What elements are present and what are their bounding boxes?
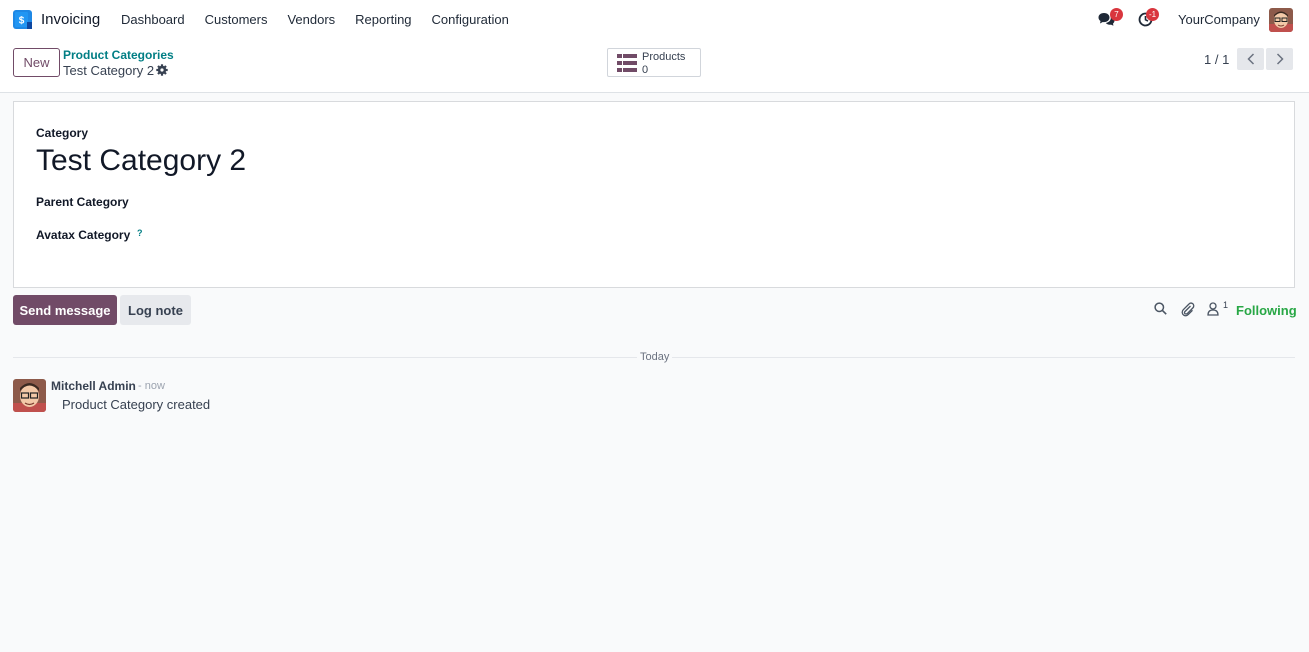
menu-customers[interactable]: Customers	[205, 12, 268, 27]
chevron-right-icon	[1276, 53, 1284, 65]
smart-button-label: Products	[642, 51, 686, 63]
message-body: Product Category created	[62, 397, 211, 412]
follower-count: 1	[1223, 300, 1229, 310]
category-name-label: Category	[36, 126, 89, 140]
log-note-button[interactable]: Log note	[120, 295, 191, 325]
message-author-avatar[interactable]	[13, 379, 46, 412]
search-icon[interactable]	[1154, 302, 1167, 315]
pager-previous-button[interactable]	[1237, 48, 1264, 70]
gear-icon[interactable]	[156, 64, 168, 76]
message-author[interactable]: Mitchell Admin	[51, 379, 136, 393]
menu-vendors[interactable]: Vendors	[287, 12, 335, 27]
breadcrumb-current-record: Test Category 2	[63, 63, 155, 78]
activities-badge: -1	[1146, 8, 1160, 21]
user-avatar[interactable]	[1269, 8, 1293, 32]
date-divider-line-right	[672, 357, 1295, 358]
followers-icon[interactable]	[1207, 302, 1219, 316]
breadcrumb-product-categories[interactable]: Product Categories	[63, 48, 174, 62]
messages-badge: 7	[1110, 8, 1123, 21]
list-icon	[617, 54, 637, 72]
invoicing-app-icon[interactable]: $	[13, 10, 32, 29]
date-divider: Today	[639, 351, 671, 363]
date-divider-line-left	[13, 357, 637, 358]
following-button[interactable]: Following	[1236, 303, 1297, 318]
svg-text:$: $	[19, 16, 25, 27]
products-smart-button[interactable]: Products 0	[607, 48, 701, 77]
pager-value[interactable]: 1 / 1	[1204, 52, 1229, 67]
chevron-left-icon	[1246, 53, 1254, 65]
menu-dashboard[interactable]: Dashboard	[121, 12, 185, 27]
smart-button-value: 0	[642, 64, 649, 76]
message-date: - now	[138, 380, 165, 392]
pager-next-button[interactable]	[1266, 48, 1293, 70]
top-navbar: $ Invoicing Dashboard Customers Vendors …	[0, 0, 1309, 39]
new-button[interactable]: New	[13, 48, 60, 77]
form-sheet: Category Test Category 2 Parent Category…	[13, 101, 1295, 288]
company-switcher[interactable]: YourCompany	[1178, 12, 1260, 27]
control-panel: New Product Categories Test Category 2 P…	[0, 39, 1309, 93]
menu-reporting[interactable]: Reporting	[355, 12, 411, 27]
app-name[interactable]: Invoicing	[41, 11, 100, 28]
main-menu: Dashboard Customers Vendors Reporting Co…	[121, 12, 529, 27]
avatax-category-label: Avatax Category	[36, 228, 131, 242]
paperclip-icon[interactable]	[1181, 302, 1195, 317]
send-message-button[interactable]: Send message	[13, 295, 117, 325]
avatax-help-tooltip[interactable]: ?	[137, 228, 143, 238]
category-name-field[interactable]: Test Category 2	[36, 144, 246, 178]
menu-configuration[interactable]: Configuration	[432, 12, 509, 27]
parent-category-label: Parent Category	[36, 195, 129, 209]
